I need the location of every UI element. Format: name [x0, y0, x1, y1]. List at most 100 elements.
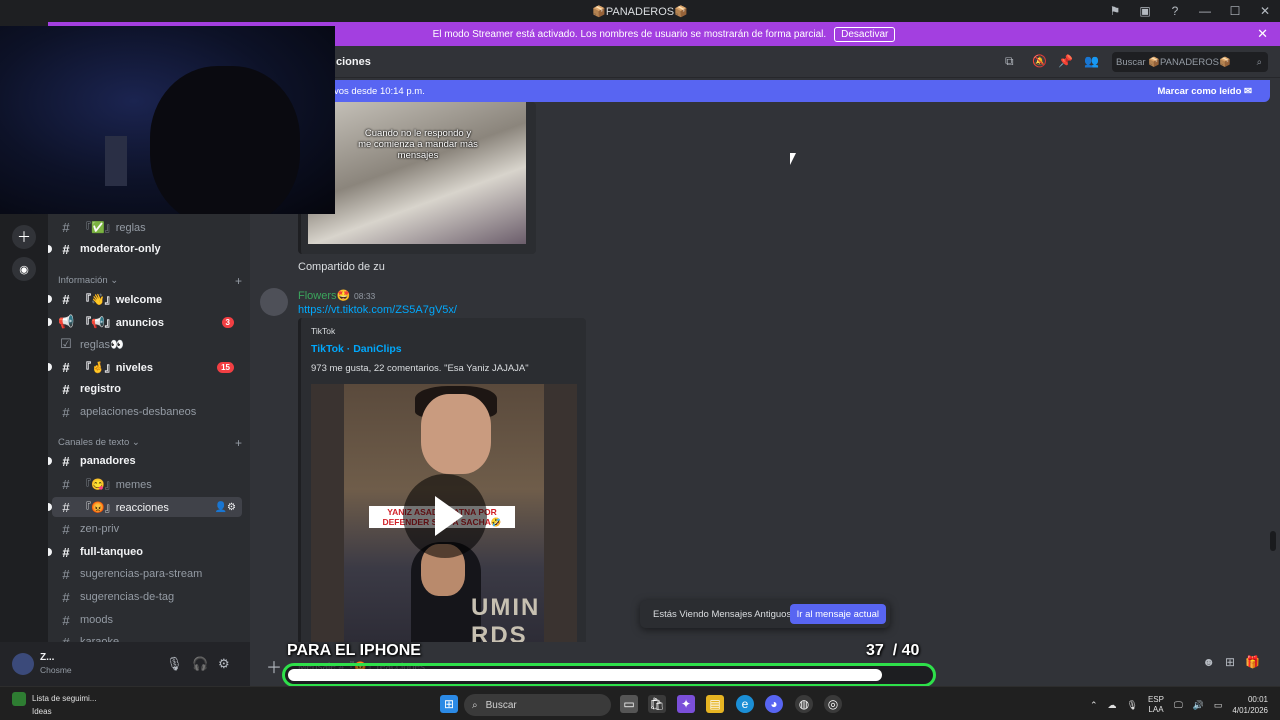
unread-indicator	[48, 295, 52, 303]
microphone-icon[interactable]: 🎙	[166, 656, 183, 672]
add-server-icon[interactable]: ＋	[12, 225, 36, 249]
hash-icon: #	[62, 476, 70, 492]
mark-read-button[interactable]: Marcar como leído ✉	[1157, 86, 1252, 97]
copilot-icon[interactable]: ✦	[677, 695, 695, 713]
goal-label: PARA EL IPHONE	[287, 642, 421, 659]
play-icon[interactable]	[403, 474, 487, 558]
store-icon[interactable]: 🛍	[648, 695, 666, 713]
avatar[interactable]	[260, 288, 288, 316]
channel-item[interactable]: # panadores	[48, 451, 242, 471]
old-video-thumbnail[interactable]: Cuando no le respondo y me comienza a ma…	[308, 102, 526, 244]
category-canales-de-texto[interactable]: Canales de texto ⌄ +	[58, 436, 242, 450]
hash-icon: #	[62, 612, 70, 628]
help-icon[interactable]: ?	[1160, 4, 1190, 18]
category-informacion[interactable]: Información ⌄ +	[58, 274, 242, 288]
embed-description: 973 me gusta, 22 comentarios. "Esa Yaniz…	[311, 363, 529, 374]
edge-icon[interactable]: e	[736, 695, 754, 713]
hash-icon: #	[62, 404, 70, 420]
maximize-button[interactable]: ☐	[1220, 4, 1250, 18]
channel-item[interactable]: # apelaciones-desbaneos	[52, 402, 242, 422]
channel-item[interactable]: # sugerencias-para-stream	[52, 564, 242, 584]
members-icon[interactable]: 👥	[1084, 54, 1099, 68]
message-author[interactable]: Flowers🤩	[298, 289, 350, 302]
notification-mute-icon[interactable]: 🔕	[1032, 54, 1047, 68]
minimize-button[interactable]: —	[1190, 4, 1220, 18]
channel-item[interactable]: # zen-priv	[52, 519, 242, 539]
explore-icon[interactable]: ◉	[12, 257, 36, 281]
username: Z...	[40, 652, 55, 663]
app-icon[interactable]: ◎	[824, 695, 842, 713]
jump-to-present-button[interactable]: Ir al mensaje actual	[789, 604, 886, 624]
link-embed: TikTok TikTok · DaniClips 973 me gusta, …	[298, 318, 586, 642]
close-icon[interactable]: ✕	[1257, 26, 1268, 42]
channel-item[interactable]: # moderator-only	[48, 239, 242, 259]
emoji-icon[interactable]: ☻	[1202, 655, 1215, 669]
discord-icon[interactable]: ◕	[765, 695, 783, 713]
avatar[interactable]	[12, 653, 34, 675]
threads-icon[interactable]: ⧉	[1005, 54, 1014, 69]
chevron-down-icon: ⌄	[107, 275, 119, 286]
volume-icon[interactable]: 🔊	[1193, 700, 1204, 711]
task-view-icon[interactable]: ▭	[620, 695, 638, 713]
settings-icon[interactable]: 👤⚙	[215, 502, 236, 513]
hash-icon: #	[62, 381, 70, 397]
app-icon[interactable]: ◍	[795, 695, 813, 713]
channel-item[interactable]: # 『👋』welcome	[48, 289, 242, 309]
channel-item[interactable]: # moods	[52, 610, 242, 630]
gift-icon[interactable]: 🎁	[1245, 655, 1260, 669]
hash-icon: #	[62, 589, 70, 605]
video-frame-detail	[421, 394, 491, 474]
add-channel-icon[interactable]: +	[235, 274, 242, 288]
windows-start-icon[interactable]: ⊞	[440, 695, 458, 713]
webcam-person	[150, 66, 300, 214]
channel-item[interactable]: # karaoke	[52, 632, 242, 643]
embed-title[interactable]: TikTok · DaniClips	[311, 343, 402, 355]
window-controls: ⚑ ▣ ? — ☐ ✕	[1100, 0, 1280, 22]
language-indicator[interactable]: ESP LAA	[1148, 695, 1164, 715]
video-caption: Cuando no le respondo y me comienza a ma…	[358, 128, 478, 161]
file-explorer-icon[interactable]: ▤	[706, 695, 724, 713]
microphone-icon[interactable]: 🎙	[1127, 700, 1138, 711]
channel-item[interactable]: # sugerencias-de-tag	[52, 587, 242, 607]
add-channel-icon[interactable]: +	[235, 436, 242, 450]
mention-badge: 15	[217, 361, 234, 373]
goal-progress-fill	[288, 669, 882, 681]
taskbar-search[interactable]: ⌕ Buscar	[464, 694, 611, 716]
channel-item[interactable]: # registro	[52, 379, 242, 399]
close-window-button[interactable]: ✕	[1250, 4, 1280, 18]
video-thumbnail[interactable]: YANIZ ASADA MATNA POR DEFENDER SU... A S…	[311, 384, 577, 642]
window-titlebar: 📦PANADEROS📦 ⚑ ▣ ? — ☐ ✕	[0, 0, 1280, 22]
clock[interactable]: 00:01 4/01/2026	[1232, 694, 1268, 716]
pin-icon[interactable]: 📌	[1058, 54, 1073, 68]
channel-item[interactable]: # 『✅』reglas	[52, 217, 242, 237]
channel-item[interactable]: # 『😋』memes	[52, 474, 242, 494]
channel-item[interactable]: # 『🤞』niveles 15	[48, 357, 242, 377]
announcement-icon: 📢	[58, 314, 75, 329]
search-icon: ⌕	[1256, 56, 1262, 68]
channel-item[interactable]: 📢 『📢』anuncios 3	[48, 312, 242, 332]
inbox-icon[interactable]: ⚑	[1100, 4, 1130, 18]
cloud-icon[interactable]: ☁	[1108, 700, 1117, 711]
channel-item[interactable]: ☑ reglas👀	[52, 334, 242, 354]
message-link[interactable]: https://vt.tiktok.com/ZS5A7gV5x/	[298, 304, 457, 316]
rules-icon: ☑	[60, 336, 72, 351]
taskbar: Lista de seguimi... Ideas ⊞ ⌕ Buscar ▭ 🛍…	[0, 686, 1280, 720]
disable-streamer-button[interactable]: Desactivar	[834, 26, 896, 42]
chevron-down-icon: ⌄	[129, 437, 140, 448]
scrollbar-thumb[interactable]	[1270, 531, 1276, 551]
chevron-up-icon[interactable]: ⌃	[1090, 700, 1098, 711]
battery-icon[interactable]: ▭	[1214, 700, 1223, 711]
channel-item-active[interactable]: # 『😡』reacciones 👤⚙	[48, 497, 242, 517]
unread-indicator	[48, 503, 52, 511]
network-icon[interactable]: 🖵	[1174, 700, 1183, 711]
add-attachment-icon[interactable]: ＋	[266, 654, 282, 678]
new-messages-bar[interactable]: vos desde 10:14 p.m. Marcar como leído ✉	[250, 80, 1270, 102]
gear-icon[interactable]: ⚙	[218, 656, 230, 672]
unread-indicator	[48, 245, 52, 253]
apps-icon[interactable]: ⊞	[1225, 655, 1235, 669]
screen-icon[interactable]: ▣	[1130, 4, 1160, 18]
channel-item[interactable]: # full-tanqueo	[48, 542, 242, 562]
widgets-button[interactable]: Lista de seguimi... Ideas	[12, 692, 96, 717]
search-input[interactable]: Buscar 📦PANADEROS📦 ⌕	[1112, 52, 1268, 72]
headphones-icon[interactable]: 🎧	[192, 656, 208, 672]
